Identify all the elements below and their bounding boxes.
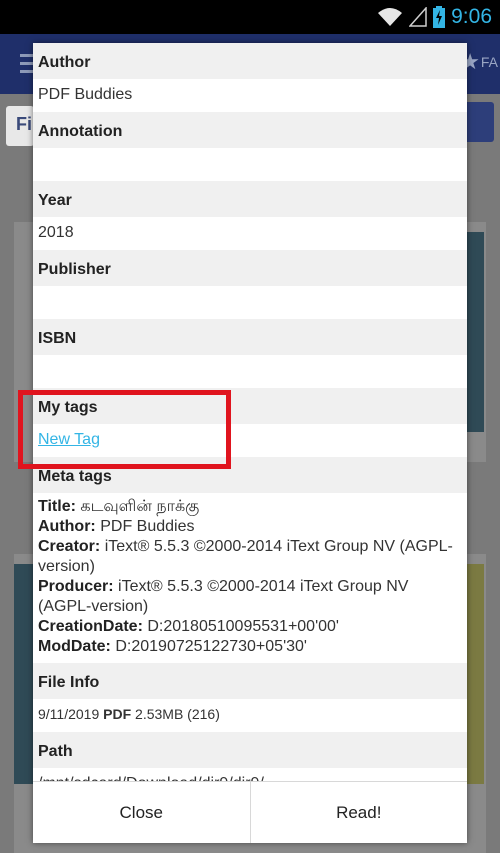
meta-tag-key: Creator: xyxy=(38,538,101,555)
background-filter-button: Fi xyxy=(6,106,34,146)
file-size: 2.53MB (216) xyxy=(135,706,220,722)
file-info-value: 9/11/2019 PDF 2.53MB (216) xyxy=(33,699,467,732)
path-value: /mnt/sdcard/Download/dir9/dir9/ xyxy=(33,768,467,781)
meta-tag-key: ModDate: xyxy=(38,638,111,655)
meta-tag-row: ModDate: D:20190725122730+05'30' xyxy=(38,637,462,657)
grid-view-icon xyxy=(464,102,494,142)
year-value: 2018 xyxy=(33,217,467,250)
battery-charging-icon xyxy=(433,6,446,28)
meta-tag-value: D:20180510095531+00'00' xyxy=(147,618,339,635)
isbn-value xyxy=(33,355,467,388)
menu-icon xyxy=(20,54,34,74)
annotation-header: Annotation xyxy=(33,112,467,148)
publisher-header: Publisher xyxy=(33,250,467,286)
annotation-value xyxy=(33,148,467,181)
meta-tag-row: Producer: iText® 5.5.3 ©2000-2014 iText … xyxy=(38,577,462,617)
meta-tag-row: Creator: iText® 5.5.3 ©2000-2014 iText G… xyxy=(38,537,462,577)
meta-tag-value: iText® 5.5.3 ©2000-2014 iText Group NV (… xyxy=(38,538,453,575)
file-format: PDF xyxy=(103,706,132,722)
dialog-button-bar: Close Read! xyxy=(33,781,467,843)
status-bar: 9:06 xyxy=(0,0,500,34)
meta-tag-row: Author: PDF Buddies xyxy=(38,517,462,537)
status-time: 9:06 xyxy=(451,5,492,28)
wifi-icon xyxy=(378,8,403,26)
meta-tag-row: Title: கடவுளின் நாக்கு xyxy=(38,497,462,517)
path-header: Path xyxy=(33,732,467,768)
read-button[interactable]: Read! xyxy=(249,782,468,843)
publisher-value xyxy=(33,286,467,319)
signal-icon xyxy=(409,7,427,27)
meta-tag-key: Producer: xyxy=(38,578,114,595)
background-action-label: FA xyxy=(480,54,498,70)
year-header: Year xyxy=(33,181,467,217)
status-icons: 9:06 xyxy=(377,5,492,29)
highlight-box xyxy=(18,390,231,469)
meta-tag-value: D:20190725122730+05'30' xyxy=(115,638,307,655)
meta-tag-key: Author: xyxy=(38,518,96,535)
file-info-header: File Info xyxy=(33,663,467,699)
author-header: Author xyxy=(33,43,467,79)
meta-tag-key: Title: xyxy=(38,498,76,515)
close-button[interactable]: Close xyxy=(33,782,250,843)
meta-tags-list: Title: கடவுளின் நாக்கு Author: PDF Buddi… xyxy=(33,493,467,663)
author-value: PDF Buddies xyxy=(33,79,467,112)
meta-tag-row: CreationDate: D:20180510095531+00'00' xyxy=(38,617,462,637)
meta-tag-key: CreationDate: xyxy=(38,618,143,635)
file-date: 9/11/2019 xyxy=(38,706,100,722)
meta-tag-value: PDF Buddies xyxy=(100,518,195,535)
meta-tag-value: கடவுளின் நாக்கு xyxy=(80,498,200,515)
isbn-header: ISBN xyxy=(33,319,467,355)
